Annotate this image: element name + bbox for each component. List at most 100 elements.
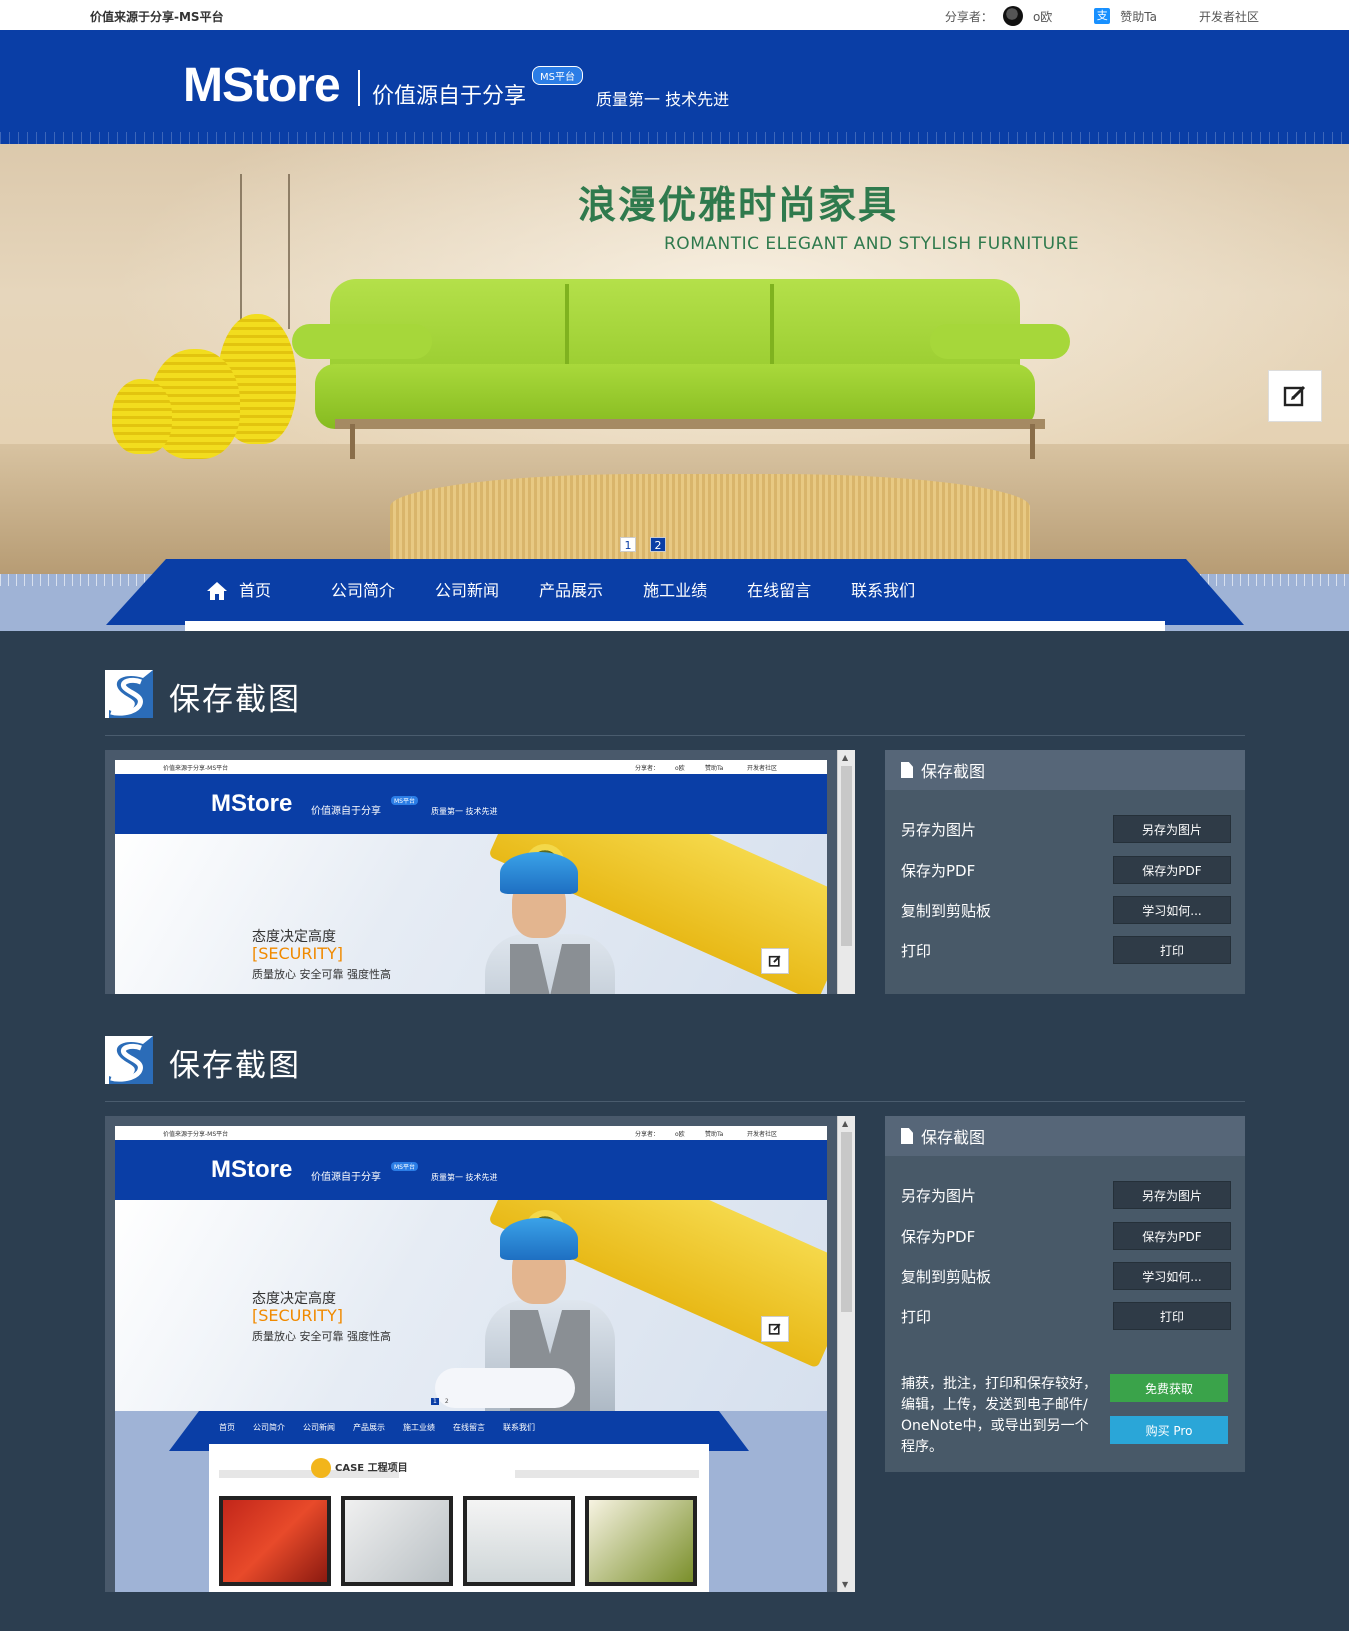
preview-nav-home: 首页 [219, 1423, 235, 1432]
learn-how-button[interactable]: 学习如何... [1113, 1262, 1231, 1290]
nav-item-contact[interactable]: 联系我们 [831, 576, 935, 606]
s-logo-icon [105, 670, 153, 718]
buy-pro-button[interactable]: 购买 Pro [1110, 1416, 1228, 1444]
panel-row-clipboard: 复制到剪贴板 学习如何... [901, 1261, 1231, 1291]
preview-tagline: 价值源自于分享 [311, 806, 381, 817]
site-logo[interactable]: MStore [183, 58, 341, 113]
nav-item-messages[interactable]: 在线留言 [727, 576, 831, 606]
preview-site-title: 价值来源于分享-MS平台 [163, 765, 229, 772]
vase-small [112, 379, 172, 454]
nav-item-projects[interactable]: 施工业绩 [623, 576, 727, 606]
sponsor-link[interactable]: 赞助Ta [1120, 8, 1157, 25]
scroll-thumb[interactable] [841, 1132, 852, 1312]
preview-nav-items: 首页 公司简介 公司新闻 产品展示 施工业绩 在线留言 联系我们 [219, 1422, 535, 1433]
nav-item-home[interactable]: 首页 [205, 576, 311, 606]
nav-menu: 首页 公司简介 公司新闻 产品展示 施工业绩 在线留言 联系我们 [205, 576, 935, 606]
user-avatar[interactable] [1002, 6, 1023, 26]
panel-row-save-pdf: 保存为PDF 保存为PDF [901, 1221, 1231, 1251]
pagination-dot-1[interactable]: 1 [620, 537, 636, 552]
row-label: 保存为PDF [901, 861, 976, 880]
preview-nav-products: 产品展示 [353, 1423, 385, 1432]
panel-row-save-pdf: 保存为PDF 保存为PDF [901, 855, 1231, 885]
share-user[interactable]: o欧 [1033, 8, 1052, 25]
preview-banner-line2: [SECURITY] [252, 944, 344, 963]
preview-page: 价值来源于分享-MS平台 分享者： o欧 赞助Ta 开发者社区 MStore 价… [115, 1126, 827, 1592]
promo-description: 捕获，批注，打印和保存较好，编辑，上传，发送到电子邮件/ OneNote中，或导… [901, 1376, 1097, 1455]
banner-title: 浪漫优雅时尚家具 [578, 183, 899, 227]
preview-banner-line1: 态度决定高度 [252, 1291, 336, 1307]
nav-item-about[interactable]: 公司简介 [311, 576, 415, 606]
preview-badge: MS平台 [391, 1162, 418, 1171]
save-panel-1: 保存截图 另存为图片 另存为图片 保存为PDF 保存为PDF 复制到剪贴板 学习… [885, 750, 1245, 994]
banner-pagination: 1 2 [620, 537, 666, 552]
row-label: 复制到剪贴板 [901, 1267, 992, 1286]
nav-item-news[interactable]: 公司新闻 [415, 576, 519, 606]
preview-nav-projects: 施工业绩 [403, 1423, 435, 1432]
preview-banner: 态度决定高度 [SECURITY] 质量放心 安全可靠 强度性高 1 2 [115, 1200, 827, 1411]
banner-subtitle: ROMANTIC ELEGANT AND STYLISH FURNITURE [664, 234, 1080, 254]
preview-nav-messages: 在线留言 [453, 1423, 485, 1432]
save-image-button[interactable]: 另存为图片 [1113, 815, 1231, 843]
nav-content-edge [185, 621, 1165, 631]
panel-row-save-image: 另存为图片 另存为图片 [901, 1180, 1231, 1210]
preview-scrollbar[interactable]: ▲ ▼ [837, 1116, 855, 1592]
preview-sponsor: 赞助Ta [705, 765, 724, 772]
preview-community: 开发者社区 [747, 1131, 778, 1138]
section-header-2: 保存截图 [105, 1036, 1245, 1102]
preview-nav-about: 公司简介 [253, 1423, 285, 1432]
learn-how-button[interactable]: 学习如何... [1113, 896, 1231, 924]
edit-button[interactable] [1268, 370, 1322, 422]
document-icon [901, 762, 913, 778]
top-bar: 价值来源于分享-MS平台 分享者： o欧 支 赞助Ta 开发者社区 [0, 0, 1349, 30]
save-pdf-button[interactable]: 保存为PDF [1113, 1222, 1231, 1250]
scroll-up-icon[interactable]: ▲ [842, 753, 848, 762]
free-get-button[interactable]: 免费获取 [1110, 1374, 1228, 1402]
panel-title: 保存截图 [921, 762, 986, 781]
row-label: 另存为图片 [901, 820, 977, 839]
scroll-down-icon[interactable]: ▼ [842, 1580, 848, 1589]
screenshot-preview-1[interactable]: 价值来源于分享-MS平台 分享者： o欧 赞助Ta 开发者社区 MStore 价… [105, 750, 855, 994]
panel-row-clipboard: 复制到剪贴板 学习如何... [901, 895, 1231, 925]
document-icon [901, 1128, 913, 1144]
preview-pagination: 1 2 [431, 1398, 449, 1405]
print-button[interactable]: 打印 [1113, 936, 1231, 964]
share-label: 分享者： [944, 9, 993, 24]
nav-item-label: 首页 [239, 581, 272, 600]
preview-site-title: 价值来源于分享-MS平台 [163, 1131, 229, 1138]
preview-banner-line3: 质量放心 安全可靠 强度性高 [252, 1330, 391, 1343]
preview-edit-icon [761, 948, 789, 974]
screenshot-preview-2[interactable]: 价值来源于分享-MS平台 分享者： o欧 赞助Ta 开发者社区 MStore 价… [105, 1116, 855, 1592]
panel-header: 保存截图 [885, 1116, 1245, 1156]
section-title: 保存截图 [169, 682, 301, 718]
preview-user: o欧 [675, 765, 685, 772]
platform-badge: MS平台 [532, 66, 583, 85]
edit-icon [1283, 385, 1306, 407]
preview-user: o欧 [675, 1131, 685, 1138]
preview-share: 分享者： [635, 1131, 660, 1138]
preview-edit-icon [761, 1316, 789, 1342]
preview-case-heading: CASE 工程项目 [311, 1458, 408, 1478]
preview-banner: 态度决定高度 [SECURITY] 质量放心 安全可靠 强度性高 [115, 834, 827, 994]
row-label: 打印 [901, 1307, 932, 1326]
row-label: 另存为图片 [901, 1186, 977, 1205]
panel-row-save-image: 另存为图片 另存为图片 [901, 814, 1231, 844]
preview-thumb-3 [463, 1496, 575, 1586]
pagination-dot-2[interactable]: 2 [650, 537, 666, 552]
scroll-thumb[interactable] [841, 766, 852, 946]
save-pdf-button[interactable]: 保存为PDF [1113, 856, 1231, 884]
row-label: 保存为PDF [901, 1227, 976, 1246]
site-header: MStore 价值源自于分享 MS平台 质量第一 技术先进 [0, 30, 1349, 144]
header-ruler [0, 132, 1349, 144]
row-label: 打印 [901, 941, 932, 960]
community-link[interactable]: 开发者社区 [1199, 8, 1259, 25]
preview-slogan: 质量第一 技术先进 [431, 1173, 498, 1182]
panel-row-print: 打印 打印 [901, 935, 1231, 965]
preview-scrollbar[interactable]: ▲ [837, 750, 855, 994]
nav-item-products[interactable]: 产品展示 [519, 576, 623, 606]
save-image-button[interactable]: 另存为图片 [1113, 1181, 1231, 1209]
scroll-up-icon[interactable]: ▲ [842, 1119, 848, 1128]
logo-divider [358, 70, 360, 106]
print-button[interactable]: 打印 [1113, 1302, 1231, 1330]
case-icon [311, 1458, 331, 1478]
preview-banner-line2: [SECURITY] [252, 1306, 344, 1325]
